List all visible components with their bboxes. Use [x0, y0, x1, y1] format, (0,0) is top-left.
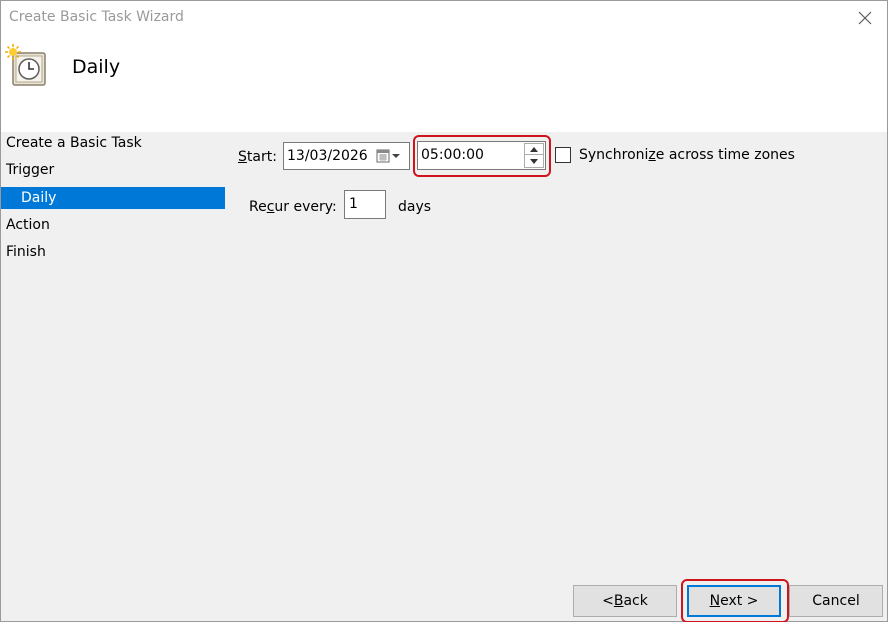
title-bar: Create Basic Task Wizard: [1, 1, 887, 35]
start-date-picker[interactable]: 13/03/2026: [283, 142, 410, 170]
page-title: Daily: [72, 56, 121, 78]
sidebar-item-action[interactable]: Action: [1, 214, 225, 236]
sync-time-zones-checkbox[interactable]: [555, 147, 571, 163]
wizard-steps-sidebar: Create a Basic Task Trigger Daily Action…: [1, 132, 226, 621]
window-title: Create Basic Task Wizard: [9, 9, 184, 25]
wizard-header: Daily: [1, 35, 887, 132]
sidebar-item-create-basic-task[interactable]: Create a Basic Task: [1, 132, 225, 154]
recur-unit-label: days: [398, 199, 432, 215]
recur-every-input[interactable]: 1: [344, 190, 386, 219]
close-button[interactable]: [847, 3, 883, 33]
calendar-dropdown-icon[interactable]: [376, 149, 402, 163]
sidebar-item-trigger[interactable]: Trigger: [1, 159, 225, 181]
sidebar-item-finish[interactable]: Finish: [1, 241, 225, 263]
scheduled-task-clock-icon: [5, 44, 46, 86]
recur-every-value: 1: [349, 196, 358, 212]
recur-every-label: Recur every:: [249, 199, 337, 215]
start-date-value: 13/03/2026: [287, 148, 368, 164]
time-field-highlight-ring: [413, 135, 551, 177]
close-icon: [858, 11, 872, 25]
sidebar-item-daily[interactable]: Daily: [1, 187, 225, 209]
wizard-window: Create Basic Task Wizard Daily Create a …: [0, 0, 888, 622]
start-label: Start:: [238, 149, 277, 165]
cancel-button[interactable]: Cancel: [789, 585, 883, 617]
sync-time-zones-label[interactable]: Synchronize across time zones: [579, 147, 795, 163]
next-button-highlight-ring: [681, 579, 789, 622]
back-button[interactable]: < Back: [573, 585, 677, 617]
